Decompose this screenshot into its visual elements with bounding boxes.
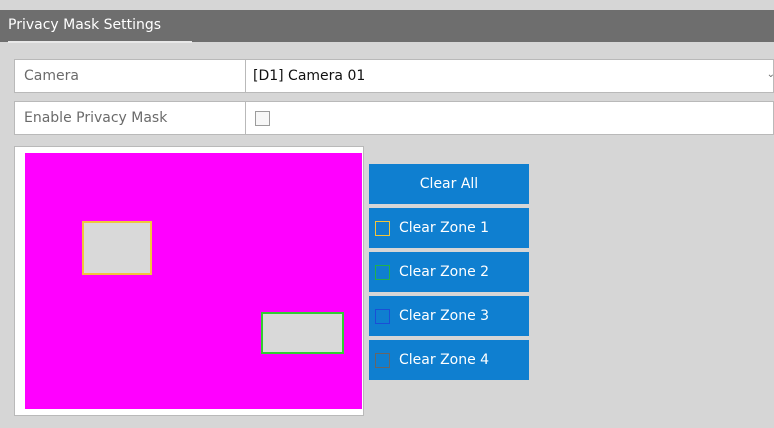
row-divider: [245, 102, 246, 134]
page-title: Privacy Mask Settings: [8, 17, 162, 33]
clear-zone-2-label: Clear Zone 2: [399, 264, 490, 280]
zone-2-color-icon: [375, 265, 390, 280]
zone-1-color-icon: [375, 221, 390, 236]
enable-privacy-mask-label: Enable Privacy Mask: [24, 110, 168, 126]
camera-label: Camera: [24, 68, 79, 84]
page-header: Privacy Mask Settings: [0, 10, 774, 43]
chevron-down-icon[interactable]: ⌄: [767, 69, 774, 80]
zone-4-color-icon: [375, 353, 390, 368]
clear-zone-4-button[interactable]: Clear Zone 4: [369, 340, 529, 380]
camera-row: Camera [D1] Camera 01 ⌄: [14, 59, 774, 93]
clear-zone-4-label: Clear Zone 4: [399, 352, 490, 368]
clear-all-button[interactable]: Clear All: [369, 164, 529, 204]
title-underline: [8, 41, 192, 43]
clear-zone-1-label: Clear Zone 1: [399, 220, 490, 236]
preview-panel: [14, 146, 364, 416]
row-divider: [245, 60, 246, 92]
enable-privacy-mask-checkbox[interactable]: [255, 111, 270, 126]
zone-3-color-icon: [375, 309, 390, 324]
camera-select[interactable]: [D1] Camera 01: [253, 68, 365, 84]
enable-row: Enable Privacy Mask: [14, 101, 774, 135]
clear-zone-1-button[interactable]: Clear Zone 1: [369, 208, 529, 248]
clear-zone-3-label: Clear Zone 3: [399, 308, 490, 324]
clear-zone-2-button[interactable]: Clear Zone 2: [369, 252, 529, 292]
privacy-zone-1[interactable]: [82, 221, 152, 275]
camera-preview[interactable]: [25, 153, 362, 409]
privacy-zone-2[interactable]: [261, 312, 344, 354]
clear-zone-3-button[interactable]: Clear Zone 3: [369, 296, 529, 336]
